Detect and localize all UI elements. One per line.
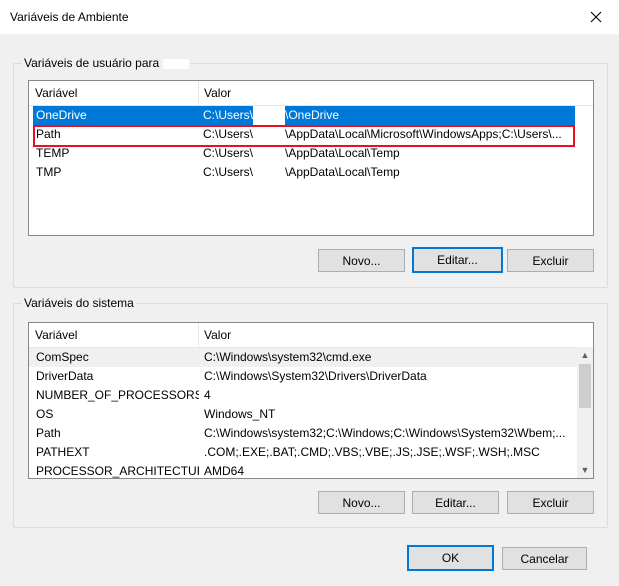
system-row-driverdata[interactable]: DriverData C:\Windows\System32\Drivers\D… — [29, 367, 577, 386]
system-row-path[interactable]: Path C:\Windows\system32;C:\Windows;C:\W… — [29, 424, 577, 443]
system-row-variable: OS — [36, 407, 54, 421]
window-title: Variáveis de Ambiente — [10, 10, 129, 24]
user-row-path[interactable]: Path C:\Users\ \AppData\Local\Microsoft\… — [29, 125, 593, 144]
header-value[interactable]: Valor — [198, 323, 231, 347]
system-row-value: C:\Windows\system32\cmd.exe — [204, 350, 372, 364]
user-row-value-prefix: C:\Users\ — [203, 146, 253, 160]
close-button[interactable] — [573, 0, 619, 34]
user-row-value-prefix: C:\Users\ — [203, 127, 253, 141]
title-bar: Variáveis de Ambiente — [0, 0, 619, 34]
user-row-onedrive[interactable]: OneDrive C:\Users\ \OneDrive — [29, 106, 593, 125]
user-row-value-suffix: \AppData\Local\Microsoft\WindowsApps;C:\… — [285, 127, 562, 141]
system-row-os[interactable]: OS Windows_NT — [29, 405, 577, 424]
user-variables-group: Variáveis de usuário para Variável Valor… — [13, 56, 608, 288]
user-row-temp[interactable]: TEMP C:\Users\ \AppData\Local\Temp — [29, 144, 593, 163]
system-list-scrollbar[interactable]: ▲ ▼ — [577, 347, 593, 478]
user-row-tmp[interactable]: TMP C:\Users\ \AppData\Local\Temp — [29, 163, 593, 182]
system-row-value: AMD64 — [204, 464, 245, 478]
system-row-value: C:\Windows\system32;C:\Windows;C:\Window… — [204, 426, 566, 440]
system-row-variable: NUMBER_OF_PROCESSORS — [36, 388, 199, 402]
system-row-variable: DriverData — [36, 369, 94, 383]
user-row-value-prefix: C:\Users\ — [203, 165, 253, 179]
user-row-variable: TEMP — [36, 146, 70, 160]
system-variables-list[interactable]: Variável Valor ComSpec C:\Windows\system… — [28, 322, 594, 479]
system-variables-group: Variáveis do sistema Variável Valor ComS… — [13, 296, 608, 528]
system-row-comspec[interactable]: ComSpec C:\Windows\system32\cmd.exe — [29, 348, 577, 367]
system-row-variable: PATHEXT — [36, 445, 90, 459]
user-row-variable: Path — [36, 127, 61, 141]
scroll-thumb[interactable] — [579, 364, 591, 408]
system-row-variable: Path — [36, 426, 61, 440]
system-delete-button[interactable]: Excluir — [507, 491, 594, 514]
system-variables-label: Variáveis do sistema — [22, 296, 136, 310]
user-variables-list[interactable]: Variável Valor OneDrive C:\Users\ \OneDr… — [28, 80, 594, 236]
user-row-value-suffix: \OneDrive — [285, 106, 575, 125]
system-row-value: 4 — [204, 388, 211, 402]
system-new-button[interactable]: Novo... — [318, 491, 405, 514]
user-row-value-suffix: \AppData\Local\Temp — [285, 165, 400, 179]
system-row-value: C:\Windows\System32\Drivers\DriverData — [204, 369, 427, 383]
user-delete-button[interactable]: Excluir — [507, 249, 594, 272]
redacted-username — [253, 106, 285, 125]
system-list-header: Variável Valor — [29, 323, 593, 348]
system-row-value: .COM;.EXE;.BAT;.CMD;.VBS;.VBE;.JS;.JSE;.… — [204, 445, 540, 459]
header-value[interactable]: Valor — [198, 81, 231, 105]
system-row-variable: PROCESSOR_ARCHITECTURE — [36, 464, 199, 478]
system-row-value: Windows_NT — [204, 407, 276, 421]
header-variable[interactable]: Variável — [29, 81, 193, 105]
system-row-number-of-processors[interactable]: NUMBER_OF_PROCESSORS 4 — [29, 386, 577, 405]
ok-button[interactable]: OK — [407, 545, 494, 571]
system-row-processor-architecture[interactable]: PROCESSOR_ARCHITECTURE AMD64 — [29, 462, 577, 478]
system-row-variable: ComSpec — [36, 350, 89, 364]
scroll-down-arrow-icon[interactable]: ▼ — [577, 462, 593, 478]
user-row-value-prefix: C:\Users\ — [201, 106, 253, 125]
close-icon — [590, 11, 602, 23]
system-edit-button[interactable]: Editar... — [412, 491, 499, 514]
scroll-up-arrow-icon[interactable]: ▲ — [577, 347, 593, 363]
user-new-button[interactable]: Novo... — [318, 249, 405, 272]
redacted-username — [163, 58, 190, 69]
header-variable[interactable]: Variável — [29, 323, 193, 347]
user-row-variable: TMP — [36, 165, 62, 179]
system-row-pathext[interactable]: PATHEXT .COM;.EXE;.BAT;.CMD;.VBS;.VBE;.J… — [29, 443, 577, 462]
user-variables-label: Variáveis de usuário para — [22, 56, 192, 70]
user-row-variable: OneDrive — [33, 106, 202, 125]
user-list-header: Variável Valor — [29, 81, 593, 106]
user-edit-button[interactable]: Editar... — [412, 247, 503, 273]
cancel-button[interactable]: Cancelar — [502, 547, 587, 570]
user-row-value-suffix: \AppData\Local\Temp — [285, 146, 400, 160]
